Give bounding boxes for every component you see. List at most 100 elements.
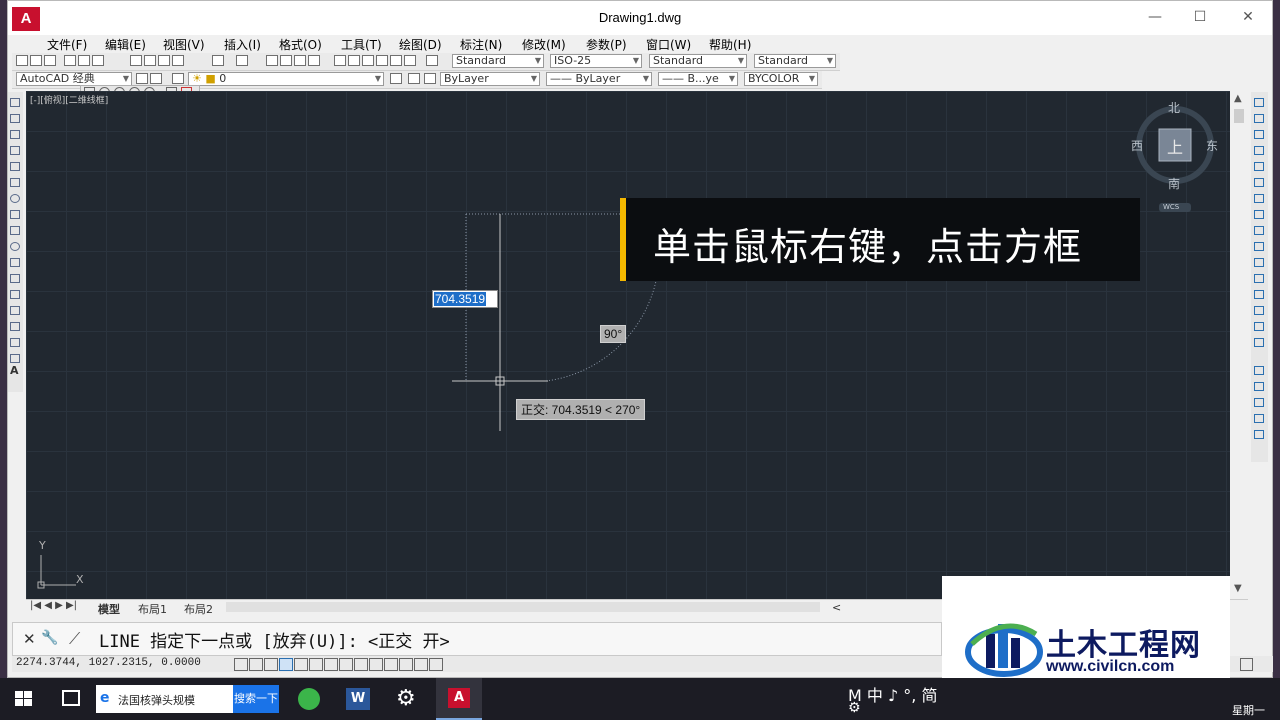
explode-icon[interactable] bbox=[1254, 338, 1264, 347]
polyline-icon[interactable] bbox=[10, 130, 20, 139]
menu-file[interactable]: 文件(F) bbox=[47, 36, 87, 53]
menu-draw[interactable]: 绘图(D) bbox=[399, 36, 442, 53]
bring-above-icon[interactable] bbox=[1254, 414, 1264, 423]
send-back-icon[interactable] bbox=[1254, 398, 1264, 407]
scroll-down-icon[interactable]: ▼ bbox=[1234, 583, 1242, 594]
lineweight-toggle-icon[interactable] bbox=[384, 658, 398, 671]
menu-edit[interactable]: 编辑(E) bbox=[105, 36, 146, 53]
viewcube-west[interactable]: 西 bbox=[1131, 137, 1143, 154]
stretch-icon[interactable] bbox=[1254, 226, 1264, 235]
multileader-style-select[interactable]: Standard ▼ bbox=[754, 54, 836, 68]
mtext-icon[interactable]: A bbox=[10, 364, 19, 377]
revision-cloud-icon[interactable] bbox=[10, 210, 20, 219]
layer-select[interactable]: ☀ ■ 0 ▼ bbox=[188, 72, 384, 86]
spline-icon[interactable] bbox=[10, 226, 20, 235]
cut-icon[interactable] bbox=[130, 55, 142, 66]
publish-icon[interactable] bbox=[92, 55, 104, 66]
search-input[interactable]: e 法国核弹头规模 bbox=[96, 685, 233, 713]
linetype-select[interactable]: —— ByLayer ▼ bbox=[546, 72, 652, 86]
polygon-icon[interactable] bbox=[10, 146, 20, 155]
transparency-icon[interactable] bbox=[399, 658, 413, 671]
redo-icon[interactable] bbox=[236, 55, 248, 66]
hatch-icon[interactable] bbox=[10, 322, 20, 331]
undo-icon[interactable] bbox=[212, 55, 224, 66]
break-icon[interactable] bbox=[1254, 274, 1264, 283]
layer-properties-icon[interactable] bbox=[172, 73, 184, 84]
bring-front-icon[interactable] bbox=[1254, 382, 1264, 391]
close-button[interactable]: ✕ bbox=[1233, 7, 1263, 27]
3d-osnap-icon[interactable] bbox=[324, 658, 338, 671]
pan-icon[interactable] bbox=[266, 55, 278, 66]
table-style-select[interactable]: Standard ▼ bbox=[649, 54, 747, 68]
autocad-taskbar-button[interactable]: A bbox=[436, 678, 482, 720]
command-prompt-text[interactable]: LINE 指定下一点或 [放弃(U)]: <正交 开> bbox=[99, 627, 450, 652]
polar-tracking-icon[interactable] bbox=[294, 658, 308, 671]
vertical-scrollbar[interactable]: ▲ ▼ bbox=[1230, 91, 1248, 599]
rectangle-icon[interactable] bbox=[10, 162, 20, 171]
insert-block-icon[interactable] bbox=[10, 274, 20, 283]
preview-icon[interactable] bbox=[78, 55, 90, 66]
offset-icon[interactable] bbox=[1254, 146, 1264, 155]
dynamic-input-box[interactable]: 704.3519 bbox=[432, 290, 498, 308]
otrack-icon[interactable] bbox=[339, 658, 353, 671]
match-properties-icon[interactable] bbox=[172, 55, 184, 66]
move-icon[interactable] bbox=[1254, 178, 1264, 187]
erase-icon[interactable] bbox=[1254, 98, 1264, 107]
search-button[interactable]: 搜索一下 bbox=[233, 685, 279, 713]
zoom-window-icon[interactable] bbox=[294, 55, 306, 66]
markup-icon[interactable] bbox=[390, 55, 402, 66]
maximize-button[interactable]: ☐ bbox=[1185, 7, 1215, 27]
new-icon[interactable] bbox=[16, 55, 28, 66]
360-browser-icon[interactable] bbox=[298, 688, 320, 710]
copy-object-icon[interactable] bbox=[1254, 114, 1264, 123]
join-icon[interactable] bbox=[1254, 290, 1264, 299]
drawing-canvas[interactable]: [-][俯视][二维线框] 704.3519 90° 正交: 704.3519 … bbox=[26, 91, 1230, 599]
viewcube-north[interactable]: 北 bbox=[1168, 99, 1180, 116]
menu-window[interactable]: 窗口(W) bbox=[646, 36, 691, 53]
minimize-button[interactable]: — bbox=[1140, 7, 1170, 27]
ducs-icon[interactable] bbox=[354, 658, 368, 671]
array-icon[interactable] bbox=[1254, 162, 1264, 171]
wcs-menu[interactable]: WCS bbox=[1163, 203, 1179, 211]
paste-icon[interactable] bbox=[158, 55, 170, 66]
menu-dimension[interactable]: 标注(N) bbox=[460, 36, 502, 53]
tab-layout1[interactable]: 布局1 bbox=[138, 601, 167, 617]
zoom-previous-icon[interactable] bbox=[308, 55, 320, 66]
workspace-settings-icon[interactable] bbox=[136, 73, 148, 84]
color-select[interactable]: ByLayer ▼ bbox=[440, 72, 540, 86]
tool-palettes-icon[interactable] bbox=[362, 55, 374, 66]
menu-format[interactable]: 格式(O) bbox=[279, 36, 322, 53]
lineweight-select[interactable]: —— B...ye ▼ bbox=[658, 72, 738, 86]
selection-cycling-icon[interactable] bbox=[429, 658, 443, 671]
gradient-icon[interactable] bbox=[10, 338, 20, 347]
close-command-icon[interactable]: ✕ bbox=[23, 630, 36, 648]
line-icon[interactable] bbox=[10, 98, 20, 107]
menu-help[interactable]: 帮助(H) bbox=[709, 36, 751, 53]
quickcalc-icon[interactable] bbox=[404, 55, 416, 66]
search-query-text[interactable]: 法国核弹头规模 bbox=[118, 692, 195, 708]
infer-constraints-icon[interactable] bbox=[234, 658, 248, 671]
command-line[interactable]: ✕ 🔧 ⟋ LINE 指定下一点或 [放弃(U)]: <正交 开> bbox=[12, 622, 942, 656]
scale-icon[interactable] bbox=[1254, 210, 1264, 219]
construction-line-icon[interactable] bbox=[10, 114, 20, 123]
point-icon[interactable] bbox=[10, 306, 20, 315]
layer-previous-icon[interactable] bbox=[408, 73, 420, 84]
plotstyle-select[interactable]: BYCOLOR ▼ bbox=[744, 72, 818, 86]
workspace-save-icon[interactable] bbox=[150, 73, 162, 84]
make-block-icon[interactable] bbox=[10, 290, 20, 299]
clean-screen-icon[interactable] bbox=[1240, 658, 1253, 671]
sheet-set-icon[interactable] bbox=[376, 55, 388, 66]
send-under-icon[interactable] bbox=[1254, 430, 1264, 439]
mirror-icon[interactable] bbox=[1254, 130, 1264, 139]
customize-wrench-icon[interactable]: 🔧 bbox=[41, 630, 58, 646]
design-center-icon[interactable] bbox=[348, 55, 360, 66]
task-view-icon[interactable] bbox=[62, 690, 80, 706]
ime-indicator[interactable]: M 中 ♪ °, 简 bbox=[848, 682, 937, 706]
zoom-realtime-icon[interactable] bbox=[280, 55, 292, 66]
horizontal-scroll-left[interactable]: < bbox=[832, 601, 841, 614]
properties-icon[interactable] bbox=[334, 55, 346, 66]
tab-model[interactable]: 模型 bbox=[98, 601, 120, 617]
menu-modify[interactable]: 修改(M) bbox=[522, 36, 566, 53]
settings-gear-icon[interactable]: ⚙ bbox=[396, 686, 416, 711]
menu-view[interactable]: 视图(V) bbox=[163, 36, 205, 53]
